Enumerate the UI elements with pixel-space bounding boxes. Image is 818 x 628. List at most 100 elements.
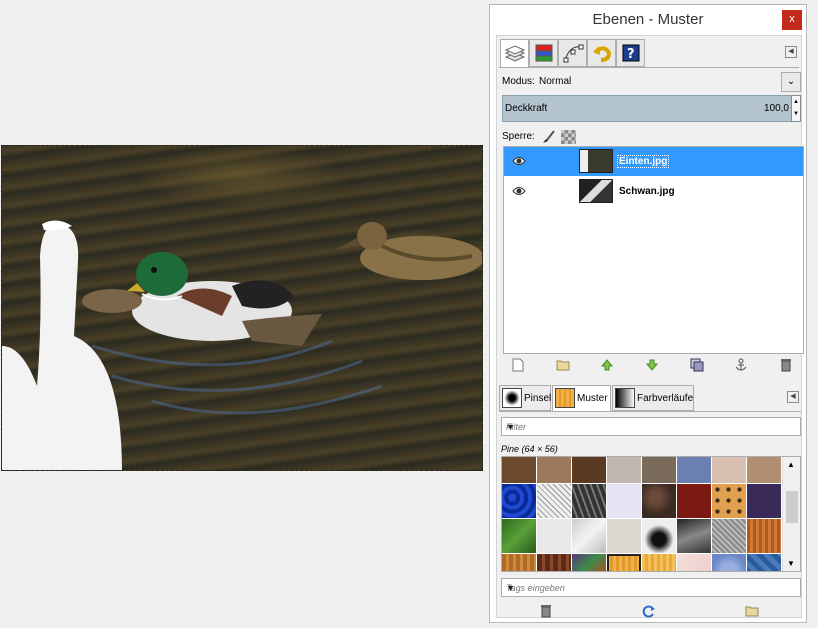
pattern-cell[interactable] [642,519,676,553]
patterns-toolbar [539,604,759,618]
layers-panel: Modus: Normal ⌄ Deckkraft 100,0 ▲ ▼ Sperr… [499,67,804,372]
lock-alpha-checker-icon[interactable] [561,130,576,144]
tab-paths[interactable] [558,39,587,67]
paths-icon [563,44,583,63]
pattern-cell[interactable] [502,457,536,483]
tags-input[interactable]: Tags eingeben ▼ [501,578,801,597]
pattern-cell[interactable] [747,554,781,571]
pattern-cell[interactable] [502,484,536,518]
pattern-cell[interactable] [537,457,571,483]
pattern-cell[interactable] [642,484,676,518]
opacity-slider[interactable]: Deckkraft 100,0 [502,95,792,122]
pattern-cell[interactable] [537,519,571,553]
panel-menu-button[interactable]: ◀ [787,391,799,403]
tab-channels[interactable] [529,39,558,67]
refresh-patterns-icon[interactable] [642,604,656,618]
panel-menu-button[interactable]: ◀ [785,46,797,58]
pattern-scrollbar[interactable]: ▲ ▼ [782,457,800,571]
tab-patterns-label: Muster [577,393,608,404]
layer-row[interactable]: Einten.jpg [504,147,803,176]
pattern-cell[interactable] [607,484,641,518]
mode-row: Modus: Normal ⌄ [502,72,802,92]
duplicate-layer-icon[interactable] [690,358,704,372]
pattern-cell[interactable] [572,519,606,553]
svg-text:?: ? [627,47,635,62]
new-layer-group-icon[interactable] [556,358,570,372]
channels-icon [535,44,552,62]
delete-pattern-icon[interactable] [539,604,553,618]
tab-brushes[interactable]: Pinsel [499,385,551,411]
lower-layer-icon[interactable] [645,358,659,372]
pattern-grid: ▲ ▼ [501,456,801,572]
filter-input[interactable]: Filter ▼ [501,417,801,436]
tab-patterns[interactable]: Muster [552,385,611,412]
pattern-cell[interactable] [537,484,571,518]
patterns-panel: Filter ▼ Pine (64 × 56) ▲ ▼ Tags eingebe… [499,411,801,618]
opacity-spin-button[interactable]: ▲ ▼ [791,95,801,122]
pattern-info: Pine (64 × 56) [501,444,558,454]
pattern-cell[interactable] [642,554,676,571]
pattern-cell[interactable] [747,457,781,483]
layers-toolbar [503,358,803,374]
pattern-cell[interactable] [572,457,606,483]
layer-name[interactable]: Einten.jpg [616,155,670,168]
layer-name[interactable]: Schwan.jpg [619,186,675,197]
pattern-cell[interactable] [677,484,711,518]
pattern-cell[interactable] [607,519,641,553]
new-layer-icon[interactable] [511,358,525,372]
brush-preview-icon [502,388,522,408]
pattern-cell[interactable] [607,457,641,483]
eye-icon[interactable] [512,185,526,197]
scroll-thumb[interactable] [786,491,798,523]
layers-dock-window: Ebenen - Muster x ? ◀ Modus: Normal ⌄ De… [489,4,807,623]
pattern-cell[interactable] [642,457,676,483]
pattern-cell[interactable] [677,554,711,571]
pattern-cell[interactable] [677,457,711,483]
pattern-cell[interactable] [677,519,711,553]
pattern-preview-icon [555,388,575,408]
mode-select[interactable]: Normal [539,76,571,87]
mode-dropdown-arrow[interactable]: ⌄ [781,72,801,92]
layer-thumbnail [579,149,613,173]
anchor-layer-icon[interactable] [734,358,748,372]
tab-gradients[interactable]: Farbverläufe [612,385,694,411]
pattern-cell[interactable] [572,484,606,518]
layers-list: Einten.jpg Schwan.jpg [503,146,804,354]
scroll-down-icon[interactable]: ▼ [787,559,795,568]
layer-thumbnail [579,179,613,203]
opacity-label: Deckkraft [505,103,548,114]
lock-pixels-brush-icon[interactable] [540,129,556,145]
pattern-cell[interactable] [537,554,571,571]
pattern-cell[interactable] [502,554,536,571]
eye-icon[interactable] [512,155,526,167]
undo-icon [592,46,611,62]
dock-panel-area: ? ◀ Modus: Normal ⌄ Deckkraft 100,0 ▲ ▼ S… [496,35,804,618]
delete-layer-icon[interactable] [779,358,793,372]
gradient-preview-icon [615,388,635,408]
pattern-cell[interactable] [712,457,746,483]
pattern-cell[interactable] [712,484,746,518]
tab-help[interactable]: ? [616,39,645,67]
image-canvas[interactable] [1,145,483,471]
pattern-cell[interactable] [712,519,746,553]
raise-layer-icon[interactable] [600,358,614,372]
open-pattern-folder-icon[interactable] [745,604,759,618]
pattern-cell[interactable] [747,484,781,518]
filter-dropdown-arrow[interactable]: ▼ [506,422,796,432]
pattern-cell[interactable] [712,554,746,571]
pattern-cell-selected[interactable] [607,554,641,571]
close-button[interactable]: x [782,10,802,30]
tab-gradients-label: Farbverläufe [637,393,694,404]
pattern-cell[interactable] [572,554,606,571]
scroll-up-icon[interactable]: ▲ [787,460,795,469]
tags-dropdown-arrow[interactable]: ▼ [506,583,796,593]
tab-layers[interactable] [500,39,529,68]
pattern-cell[interactable] [502,519,536,553]
pattern-cell[interactable] [747,519,781,553]
layers-icon [504,44,525,62]
mode-label: Modus: [502,76,535,87]
tab-undo-history[interactable] [587,39,616,67]
layer-row[interactable]: Schwan.jpg [504,177,803,206]
opacity-value: 100,0 [763,103,789,114]
ducks-photo [2,220,482,470]
